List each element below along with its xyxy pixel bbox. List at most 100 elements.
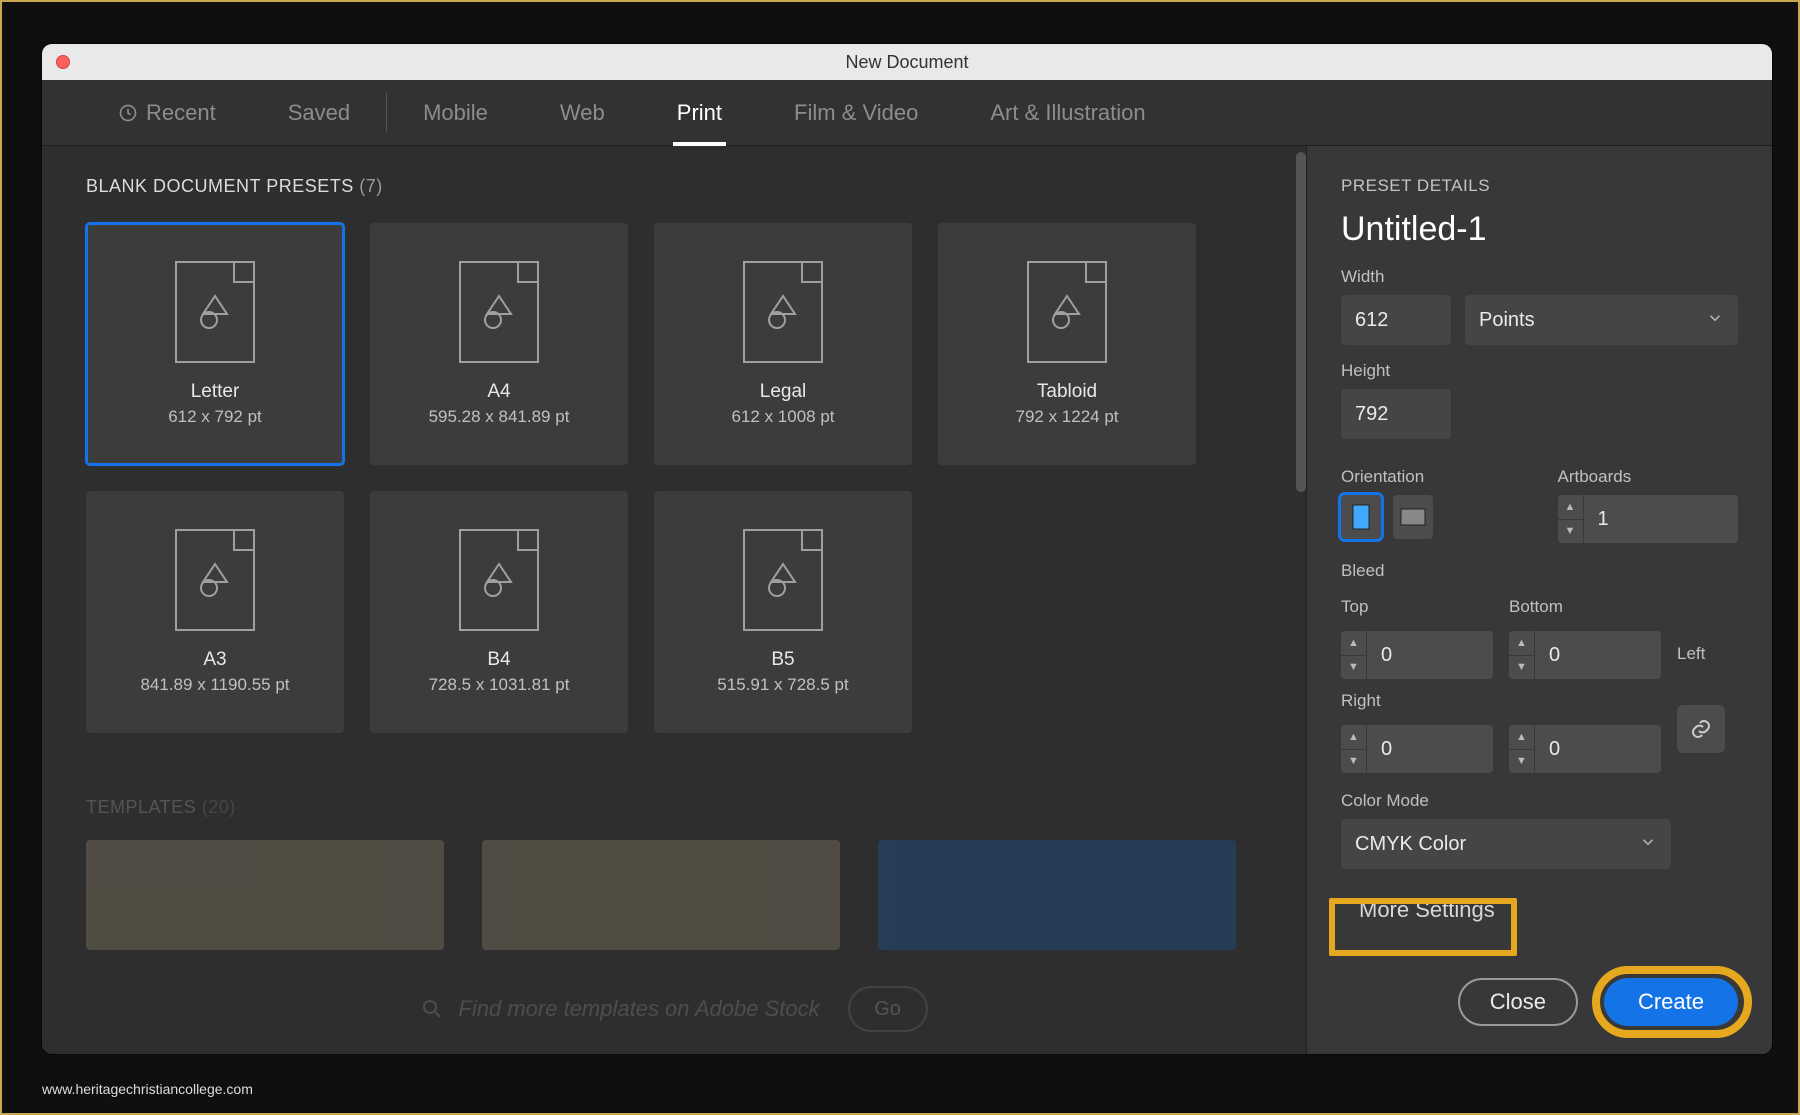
link-icon bbox=[1689, 717, 1713, 741]
scroll-thumb[interactable] bbox=[1296, 152, 1306, 492]
preset-letter[interactable]: Letter 612 x 792 pt bbox=[86, 223, 344, 465]
preset-size: 728.5 x 1031.81 pt bbox=[429, 675, 570, 695]
close-button[interactable]: Close bbox=[1458, 978, 1578, 1026]
document-icon bbox=[175, 261, 255, 363]
go-label: Go bbox=[874, 998, 901, 1021]
width-input[interactable]: 612 bbox=[1341, 295, 1451, 345]
create-button[interactable]: Create bbox=[1604, 978, 1738, 1026]
bleed-left-input[interactable]: ▲▼ 0 bbox=[1341, 725, 1493, 773]
more-settings-button[interactable]: More Settings bbox=[1341, 885, 1513, 935]
height-label: Height bbox=[1341, 361, 1738, 381]
preset-size: 595.28 x 841.89 pt bbox=[429, 407, 570, 427]
landscape-icon bbox=[1400, 508, 1426, 526]
tab-art-illustration[interactable]: Art & Illustration bbox=[954, 80, 1181, 145]
tab-saved[interactable]: Saved bbox=[252, 80, 386, 145]
document-icon bbox=[459, 529, 539, 631]
bleed-right-input[interactable]: ▲▼ 0 bbox=[1509, 725, 1661, 773]
search-placeholder: Find more templates on Adobe Stock bbox=[458, 996, 819, 1022]
step-up-icon[interactable]: ▲ bbox=[1341, 631, 1366, 656]
height-input[interactable]: 792 bbox=[1341, 389, 1451, 439]
artboards-stepper[interactable]: ▲ ▼ 1 bbox=[1558, 495, 1739, 543]
units-select[interactable]: Points bbox=[1465, 295, 1738, 345]
document-name-field[interactable]: Untitled-1 bbox=[1341, 210, 1738, 249]
templates-header: TEMPLATES (20) bbox=[86, 797, 1262, 818]
document-icon bbox=[175, 529, 255, 631]
bleed-top-input[interactable]: ▲▼ 0 bbox=[1341, 631, 1493, 679]
presets-header-label: BLANK DOCUMENT PRESETS bbox=[86, 176, 354, 196]
template-card[interactable] bbox=[482, 840, 840, 950]
new-document-dialog: New Document Recent Saved bbox=[42, 44, 1772, 1054]
preset-name: Legal bbox=[760, 381, 807, 403]
preset-a3[interactable]: A3 841.89 x 1190.55 pt bbox=[86, 491, 344, 733]
bleed-left-label: Left bbox=[1677, 644, 1737, 664]
preset-browser: BLANK DOCUMENT PRESETS (7) Letter 612 x … bbox=[42, 146, 1306, 1054]
go-button[interactable]: Go bbox=[848, 986, 928, 1032]
step-up-icon[interactable]: ▲ bbox=[1509, 725, 1534, 750]
link-bleed-button[interactable] bbox=[1677, 705, 1725, 753]
document-icon bbox=[743, 261, 823, 363]
step-down-icon[interactable]: ▼ bbox=[1341, 656, 1366, 680]
bleed-bottom-input[interactable]: ▲▼ 0 bbox=[1509, 631, 1661, 679]
tab-print[interactable]: Print bbox=[641, 80, 758, 145]
orientation-portrait[interactable] bbox=[1341, 495, 1381, 539]
window-close-button[interactable] bbox=[56, 55, 70, 69]
preset-size: 612 x 1008 pt bbox=[731, 407, 834, 427]
tab-web[interactable]: Web bbox=[524, 80, 641, 145]
bleed-top-value: 0 bbox=[1381, 644, 1392, 667]
bleed-label: Bleed bbox=[1341, 561, 1738, 581]
preset-legal[interactable]: Legal 612 x 1008 pt bbox=[654, 223, 912, 465]
preset-tabloid[interactable]: Tabloid 792 x 1224 pt bbox=[938, 223, 1196, 465]
tab-label: Recent bbox=[146, 100, 216, 126]
preset-name: A3 bbox=[203, 649, 226, 671]
tab-label: Web bbox=[560, 100, 605, 126]
preset-b5[interactable]: B5 515.91 x 728.5 pt bbox=[654, 491, 912, 733]
step-down-icon[interactable]: ▼ bbox=[1509, 750, 1534, 774]
template-card[interactable] bbox=[878, 840, 1236, 950]
step-up-icon[interactable]: ▲ bbox=[1558, 495, 1583, 520]
step-down-icon[interactable]: ▼ bbox=[1341, 750, 1366, 774]
preset-a4[interactable]: A4 595.28 x 841.89 pt bbox=[370, 223, 628, 465]
preset-size: 612 x 792 pt bbox=[168, 407, 262, 427]
create-label: Create bbox=[1638, 989, 1704, 1015]
window-title: New Document bbox=[845, 52, 968, 73]
color-mode-select[interactable]: CMYK Color bbox=[1341, 819, 1671, 869]
step-up-icon[interactable]: ▲ bbox=[1509, 631, 1534, 656]
bleed-top-label: Top bbox=[1341, 597, 1493, 617]
clock-icon bbox=[118, 103, 138, 123]
scrollbar[interactable] bbox=[1296, 146, 1306, 1054]
chevron-down-icon bbox=[1706, 309, 1724, 327]
preset-b4[interactable]: B4 728.5 x 1031.81 pt bbox=[370, 491, 628, 733]
document-icon bbox=[743, 529, 823, 631]
step-down-icon[interactable]: ▼ bbox=[1509, 656, 1534, 680]
units-value: Points bbox=[1479, 309, 1535, 332]
search-icon bbox=[420, 997, 444, 1021]
templates-section: TEMPLATES (20) bbox=[42, 763, 1306, 950]
orientation-landscape[interactable] bbox=[1393, 495, 1433, 539]
template-card[interactable] bbox=[86, 840, 444, 950]
stock-search-row: Find more templates on Adobe Stock Go bbox=[42, 986, 1306, 1032]
preset-name: A4 bbox=[487, 381, 510, 403]
document-icon bbox=[1027, 261, 1107, 363]
artboards-label: Artboards bbox=[1558, 467, 1739, 487]
tab-film-video[interactable]: Film & Video bbox=[758, 80, 954, 145]
watermark-text: www.heritagechristiancollege.com bbox=[42, 1081, 253, 1097]
tab-mobile[interactable]: Mobile bbox=[387, 80, 524, 145]
bleed-right-label: Right bbox=[1341, 691, 1493, 711]
search-input[interactable]: Find more templates on Adobe Stock bbox=[420, 996, 819, 1022]
preset-size: 841.89 x 1190.55 pt bbox=[140, 675, 289, 695]
bleed-bottom-label: Bottom bbox=[1509, 597, 1661, 617]
width-value: 612 bbox=[1355, 309, 1388, 332]
step-up-icon[interactable]: ▲ bbox=[1341, 725, 1366, 750]
presets-count: (7) bbox=[359, 176, 383, 196]
step-down-icon[interactable]: ▼ bbox=[1558, 520, 1583, 544]
tab-recent[interactable]: Recent bbox=[82, 80, 252, 145]
close-label: Close bbox=[1490, 989, 1546, 1015]
portrait-icon bbox=[1352, 504, 1370, 530]
orientation-label: Orientation bbox=[1341, 467, 1522, 487]
presets-header: BLANK DOCUMENT PRESETS (7) bbox=[42, 146, 1306, 197]
more-settings-label: More Settings bbox=[1359, 897, 1495, 922]
tab-label: Film & Video bbox=[794, 100, 918, 126]
color-mode-label: Color Mode bbox=[1341, 791, 1738, 811]
preset-details-label: PRESET DETAILS bbox=[1341, 176, 1738, 196]
titlebar: New Document bbox=[42, 44, 1772, 80]
